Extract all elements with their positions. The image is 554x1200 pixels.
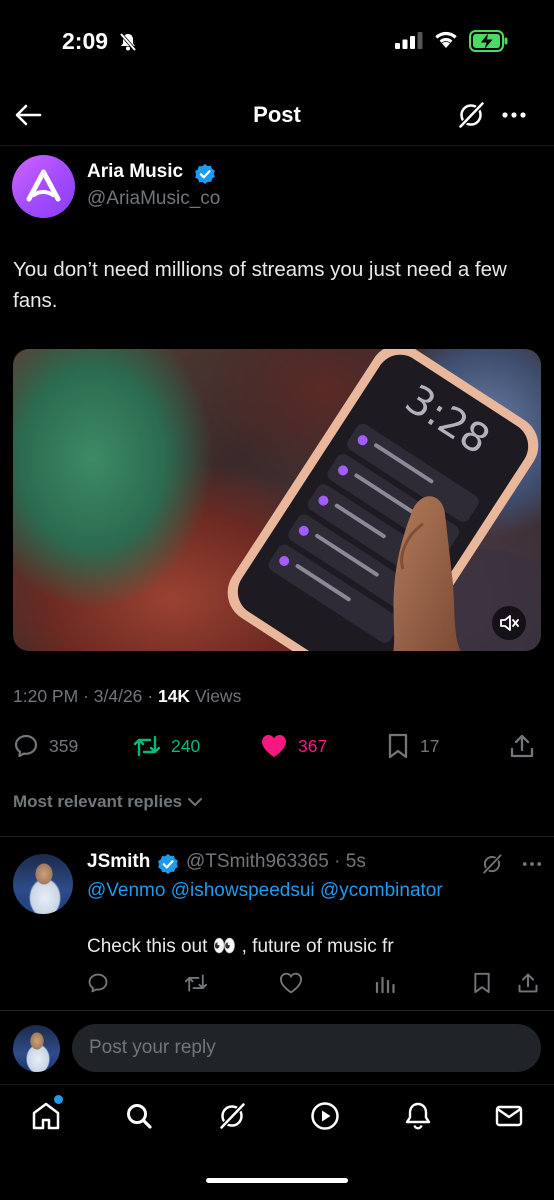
grok-icon <box>458 101 485 129</box>
replies-sort-dropdown[interactable]: Most relevant replies <box>13 792 205 812</box>
replies-sort-label: Most relevant replies <box>13 792 183 811</box>
share-icon <box>518 973 538 993</box>
reply-share-button[interactable] <box>517 972 539 994</box>
retweet-icon <box>184 974 208 992</box>
nav-video[interactable] <box>307 1098 343 1134</box>
grok-icon <box>219 1102 246 1130</box>
reply-grok-button[interactable] <box>480 852 504 876</box>
bookmark-count: 17 <box>420 735 440 756</box>
reply-author-avatar[interactable] <box>13 854 73 914</box>
reply-views-button[interactable] <box>374 972 396 994</box>
retweet-icon <box>133 735 161 757</box>
like-count: 367 <box>298 735 328 756</box>
bookmark-icon <box>388 733 408 759</box>
nav-messages[interactable] <box>491 1098 527 1134</box>
author-handle[interactable]: @AriaMusic_co <box>87 188 220 210</box>
phone-in-hand-image: 3:28 <box>227 349 541 651</box>
grok-icon <box>482 853 503 875</box>
more-icon <box>502 112 526 118</box>
post-video[interactable]: 3:28 <box>13 349 541 651</box>
chevron-down-icon <box>188 798 203 806</box>
nav-notifications[interactable] <box>400 1098 436 1134</box>
views-icon <box>375 976 395 994</box>
reply-author-handle[interactable]: @TSmith963365 · 5s <box>186 851 366 873</box>
reply-button[interactable]: 359 <box>13 732 78 760</box>
mute-toggle-button[interactable] <box>492 606 526 640</box>
author-avatar[interactable] <box>12 155 75 218</box>
current-user-avatar[interactable] <box>13 1025 60 1072</box>
reply-more-button[interactable] <box>520 852 544 876</box>
more-options-button[interactable] <box>499 100 529 130</box>
reply-bookmark-button[interactable] <box>472 972 492 994</box>
views-label: Views <box>194 686 242 706</box>
share-icon <box>510 734 534 758</box>
author-name[interactable]: Aria Music <box>87 161 183 183</box>
verified-icon <box>157 853 179 875</box>
reply-count: 359 <box>49 735 79 756</box>
bookmark-button[interactable]: 17 <box>386 732 439 760</box>
views-count: 14K <box>157 686 191 706</box>
status-time: 2:09 <box>62 28 109 54</box>
mute-icon <box>500 615 519 631</box>
reply-author-name[interactable]: JSmith <box>87 851 150 873</box>
video-icon <box>311 1102 339 1130</box>
reply-icon <box>88 973 108 993</box>
heart-icon <box>262 735 286 757</box>
repost-count: 240 <box>171 735 201 756</box>
reply-time: 5s <box>345 851 366 872</box>
reply-text: Check this out 👀 , future of music fr <box>87 936 394 957</box>
reply-icon <box>14 734 38 758</box>
wifi-icon <box>433 29 459 49</box>
unread-dot <box>54 1095 63 1104</box>
share-button[interactable] <box>509 732 535 760</box>
verified-icon <box>194 163 216 185</box>
grok-button[interactable] <box>455 99 487 131</box>
divider <box>0 1010 554 1011</box>
aria-logo-icon <box>26 169 61 202</box>
like-button[interactable]: 367 <box>260 732 327 760</box>
post-timestamp-views: 1:20 PM · 3/4/26 · 14K Views <box>13 686 242 706</box>
home-indicator[interactable] <box>206 1178 348 1183</box>
reply-mentions[interactable]: @Venmo @ishowspeedsui @ycombinator <box>87 880 443 902</box>
post-date: 3/4/26 <box>93 686 143 706</box>
nav-search[interactable] <box>121 1098 157 1134</box>
repost-button[interactable]: 240 <box>133 732 200 760</box>
reply-handle-text: @TSmith963365 <box>186 851 329 872</box>
header-divider <box>0 145 554 146</box>
reply-input[interactable] <box>72 1024 541 1072</box>
search-icon <box>127 1104 152 1129</box>
reply-repost-button[interactable] <box>184 972 208 994</box>
post-time: 1:20 PM <box>13 686 79 706</box>
bell-icon <box>405 1102 431 1130</box>
reply-reply-button[interactable] <box>87 972 109 994</box>
home-icon <box>32 1102 60 1130</box>
heart-icon <box>279 972 303 994</box>
bookmark-icon <box>474 972 490 994</box>
mail-icon <box>495 1105 523 1127</box>
silent-bell-icon <box>118 32 138 52</box>
divider <box>0 836 554 837</box>
cellular-signal-icon <box>395 32 423 49</box>
more-icon <box>522 862 542 866</box>
reply-like-button[interactable] <box>279 972 303 994</box>
divider <box>0 1084 554 1085</box>
nav-grok[interactable] <box>214 1098 250 1134</box>
battery-charging-icon <box>469 30 509 52</box>
post-text: You don’t need millions of streams you j… <box>13 258 507 312</box>
